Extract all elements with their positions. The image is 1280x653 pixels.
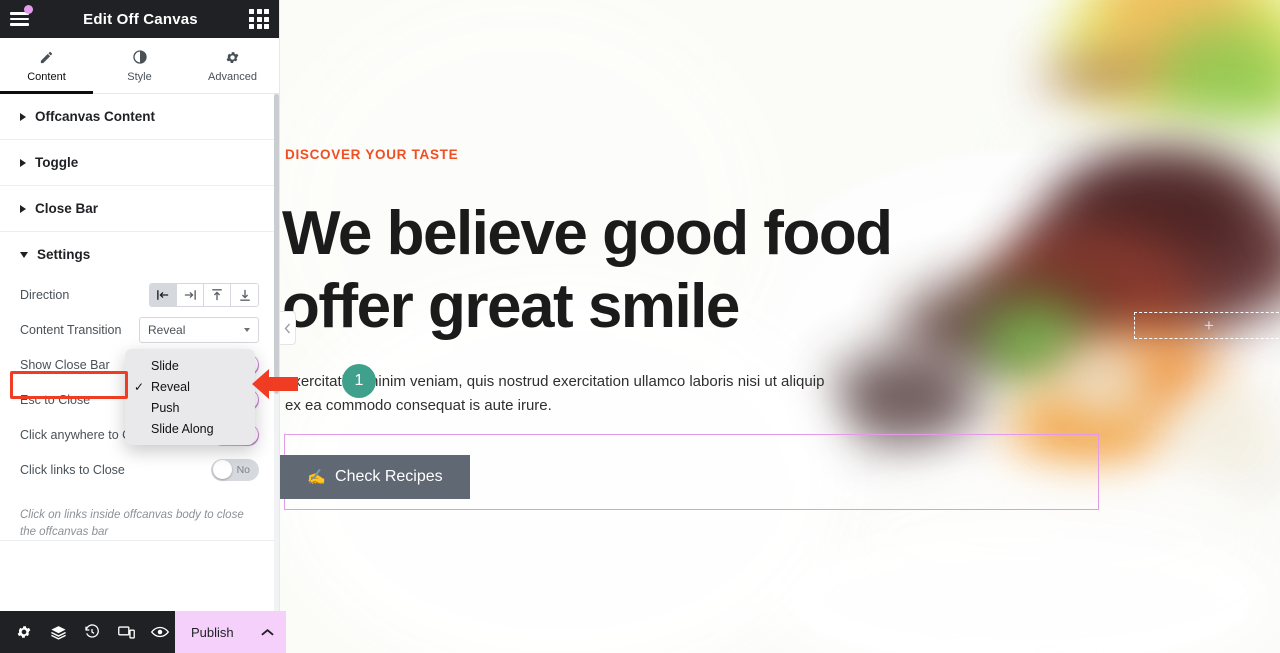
direction-label: Direction (20, 287, 70, 302)
option-label: Slide (151, 358, 179, 373)
left-arrow-annotation-icon (252, 366, 298, 402)
pencil-icon (39, 49, 54, 66)
direction-choices (149, 282, 259, 307)
control-direction: Direction (20, 277, 259, 312)
content-transition-dropdown[interactable]: Slide ✓ Reveal Push Slide Along (125, 349, 255, 445)
section-title: Close Bar (35, 201, 99, 216)
hamburger-menu-icon[interactable] (10, 5, 33, 30)
dropdown-option-reveal[interactable]: ✓ Reveal (125, 376, 255, 397)
check-recipes-button[interactable]: ✍ Check Recipes (280, 455, 470, 499)
align-right-icon[interactable] (177, 283, 204, 306)
chevron-up-icon[interactable] (250, 611, 286, 653)
section-close-bar: Close Bar (0, 186, 279, 232)
section-title: Toggle (35, 155, 79, 170)
align-bottom-icon[interactable] (231, 283, 258, 306)
tab-style[interactable]: Style (93, 38, 186, 93)
panel-tabs: Content Style Advanced (0, 38, 279, 94)
elementor-editor: Edit Off Canvas Content Style Advanced O… (0, 0, 1280, 653)
section-header-offcanvas-content[interactable]: Offcanvas Content (0, 94, 279, 139)
panel-scrollbar[interactable] (274, 94, 279, 611)
notification-dot (24, 5, 33, 14)
section-header-toggle[interactable]: Toggle (0, 140, 279, 185)
publish-button[interactable]: Publish (175, 625, 250, 640)
panel-header: Edit Off Canvas (0, 0, 279, 38)
section-header-close-bar[interactable]: Close Bar (0, 186, 279, 231)
content-transition-label: Content Transition (20, 322, 122, 337)
align-top-icon[interactable] (204, 283, 231, 306)
contrast-circle-icon (132, 49, 148, 66)
dropdown-option-push[interactable]: Push (125, 397, 255, 418)
editor-canvas: DISCOVER YOUR TASTE We believe good food… (280, 0, 1280, 653)
dropdown-option-slide-along[interactable]: Slide Along (125, 418, 255, 439)
section-toggle: Toggle (0, 140, 279, 186)
gear-icon[interactable] (9, 617, 39, 647)
tab-advanced-label: Advanced (208, 70, 257, 83)
bowl-hand-icon: ✍ (307, 469, 327, 486)
grid-apps-icon[interactable] (249, 9, 269, 29)
section-title: Settings (37, 247, 91, 262)
hero-headline: We believe good food offer great smile (282, 199, 893, 341)
option-label: Push (151, 400, 180, 415)
chevron-down-icon (244, 327, 250, 332)
toggle-knob (212, 460, 232, 479)
click-links-toggle[interactable]: No (211, 458, 259, 481)
align-left-icon[interactable] (150, 283, 177, 306)
chevron-right-icon (20, 158, 26, 167)
add-section-placeholder[interactable]: + (1134, 312, 1280, 339)
chevron-right-icon (20, 204, 26, 213)
plus-icon[interactable]: + (1204, 317, 1214, 334)
step-badge: 1 (342, 364, 376, 398)
section-title: Offcanvas Content (35, 109, 156, 124)
panel-footer: Publish (0, 611, 286, 653)
tab-content[interactable]: Content (0, 38, 93, 94)
click-links-label: Click links to Close (20, 462, 125, 477)
responsive-devices-icon[interactable] (111, 617, 141, 647)
footer-icon-group (0, 617, 175, 647)
publish-group: Publish (175, 611, 286, 653)
editor-panel: Edit Off Canvas Content Style Advanced O… (0, 0, 286, 653)
control-content-transition: Content Transition Reveal (20, 312, 259, 347)
click-links-help-text: Click on links inside offcanvas body to … (20, 509, 244, 538)
tab-style-label: Style (127, 70, 152, 83)
check-recipes-label: Check Recipes (335, 468, 443, 485)
tab-advanced[interactable]: Advanced (186, 38, 279, 93)
page-title: Edit Off Canvas (83, 10, 198, 28)
check-icon: ✓ (134, 379, 145, 394)
gear-icon (225, 49, 240, 66)
hero-eyebrow: DISCOVER YOUR TASTE (285, 147, 459, 162)
option-label: Slide Along (151, 421, 214, 436)
panel-scrollbar-thumb[interactable] (274, 94, 279, 394)
content-transition-value: Reveal (148, 322, 186, 337)
section-offcanvas-content: Offcanvas Content (0, 94, 279, 140)
history-icon[interactable] (77, 617, 107, 647)
hero-section: DISCOVER YOUR TASTE We believe good food… (280, 0, 1280, 653)
show-close-bar-label: Show Close Bar (20, 357, 110, 372)
panel-collapse-handle[interactable] (280, 311, 296, 345)
section-header-settings[interactable]: Settings (0, 232, 279, 277)
chevron-down-icon (20, 251, 28, 258)
control-click-links-to-close: Click links to Close No (20, 452, 259, 487)
layers-icon[interactable] (43, 617, 73, 647)
content-transition-select[interactable]: Reveal (139, 316, 259, 343)
dropdown-option-slide[interactable]: Slide (125, 355, 255, 376)
preview-eye-icon[interactable] (145, 617, 175, 647)
chevron-right-icon (20, 112, 26, 121)
option-label: Reveal (151, 379, 190, 394)
tab-content-label: Content (27, 70, 66, 83)
content-transition-highlight-box (10, 371, 128, 399)
toggle-value: No (236, 463, 250, 476)
